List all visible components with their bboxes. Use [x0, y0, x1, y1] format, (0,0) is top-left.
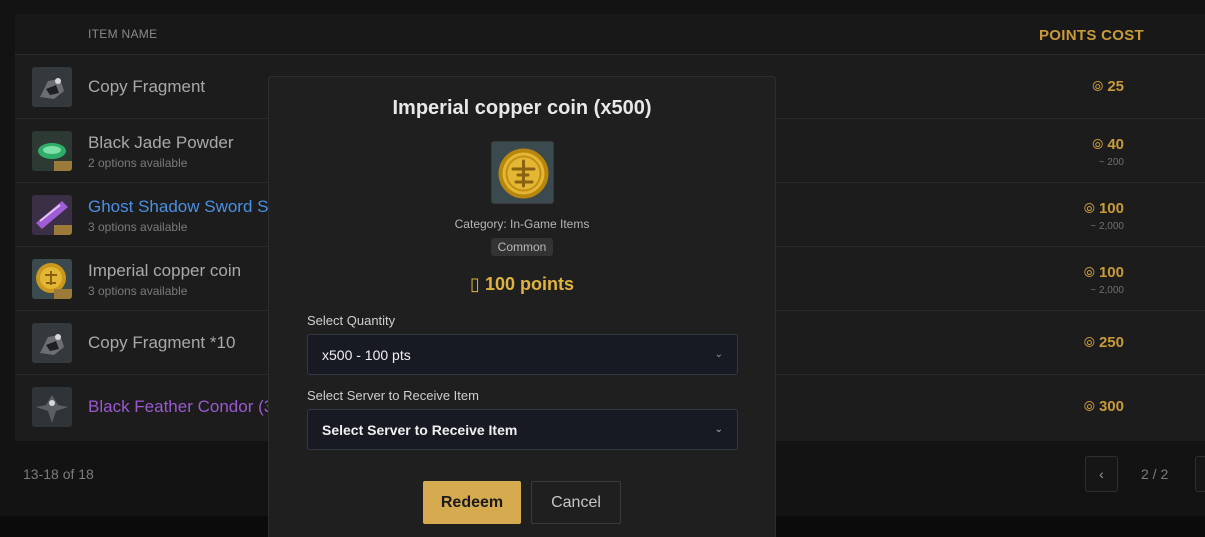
item-name-header: ITEM NAME	[88, 27, 158, 41]
coin-icon: ⦾	[1092, 78, 1104, 94]
redeem-button[interactable]: Redeem	[423, 481, 521, 524]
approx-value: ~ 2,000	[1090, 221, 1124, 232]
cost-value: ⦾ 100	[1084, 200, 1124, 217]
cost-number: 40	[1107, 136, 1124, 153]
next-page-button[interactable]	[1195, 456, 1205, 492]
coin-icon: ⦾	[1083, 398, 1095, 414]
item-title[interactable]: Copy Fragment	[88, 77, 205, 97]
pagination-range: 13-18 of 18	[23, 466, 94, 482]
quantity-selected-value: x500 - 100 pts	[322, 346, 411, 363]
cost-number: 250	[1098, 334, 1124, 351]
options-count: 3 options available	[88, 284, 188, 298]
jade-powder-icon	[32, 131, 72, 171]
approx-value: ~ 2,000	[1090, 285, 1124, 296]
cost-number: 100	[1098, 200, 1124, 217]
cost-value: ⦾ 100	[1084, 264, 1124, 281]
copy-fragment-icon	[32, 67, 72, 107]
price-text: ▯ 100 points	[470, 274, 574, 294]
points-cost-header: POINTS COST	[1039, 27, 1144, 44]
chevron-left-icon: ‹	[1099, 466, 1104, 482]
item-title[interactable]: Black Feather Condor (3	[88, 397, 273, 417]
approx-value: ~ 200	[1098, 157, 1124, 168]
redeem-modal: Imperial copper coin (x500) Category: In…	[268, 76, 776, 537]
copy-fragment-icon	[32, 323, 72, 363]
server-select[interactable]: Select Server to Receive Item ⌄	[307, 409, 738, 450]
rarity-badge: Common	[490, 238, 554, 256]
options-count: 2 options available	[88, 156, 188, 170]
options-count: 3 options available	[88, 220, 188, 234]
item-category: Category: In-Game Items	[454, 217, 590, 231]
page-indicator: 2 / 2	[1141, 466, 1169, 482]
cost-value: ⦾ 40	[1092, 136, 1124, 153]
cost-number: 100	[1098, 264, 1124, 281]
item-title[interactable]: Copy Fragment *10	[88, 333, 235, 353]
table-header: ITEM NAME POINTS COST	[15, 14, 1205, 54]
item-title[interactable]: Ghost Shadow Sword Sc	[88, 197, 277, 217]
copper-coin-icon	[32, 259, 72, 299]
server-selected-value: Select Server to Receive Item	[322, 421, 518, 438]
condor-icon	[32, 387, 72, 427]
server-label: Select Server to Receive Item	[307, 388, 479, 403]
cancel-button[interactable]: Cancel	[531, 481, 621, 524]
cost-number: 25	[1107, 78, 1124, 95]
item-title[interactable]: Imperial copper coin	[88, 261, 241, 281]
prev-page-button[interactable]: ‹	[1085, 456, 1118, 492]
redeem-page: ITEM NAME POINTS COST Copy Fragment ⦾ 25…	[0, 0, 1205, 537]
chevron-down-icon: ⌄	[714, 349, 723, 360]
sword-scroll-icon	[32, 195, 72, 235]
coin-icon: ⦾	[1083, 264, 1095, 280]
quantity-select[interactable]: x500 - 100 pts ⌄	[307, 334, 738, 375]
copper-coin-icon	[491, 141, 554, 204]
coin-icon: ⦾	[1083, 334, 1095, 350]
cost-number: 300	[1098, 398, 1124, 415]
cost-value: ⦾ 25	[1092, 78, 1124, 95]
cost-value: ⦾ 250	[1084, 334, 1124, 351]
coin-icon: ⦾	[1083, 200, 1095, 216]
quantity-label: Select Quantity	[307, 313, 396, 328]
modal-title: Imperial copper coin (x500)	[392, 97, 652, 119]
cost-value: ⦾ 300	[1084, 398, 1124, 415]
coin-icon: ⦾	[1092, 136, 1104, 152]
chevron-down-icon: ⌄	[714, 424, 723, 435]
item-title[interactable]: Black Jade Powder	[88, 133, 234, 153]
